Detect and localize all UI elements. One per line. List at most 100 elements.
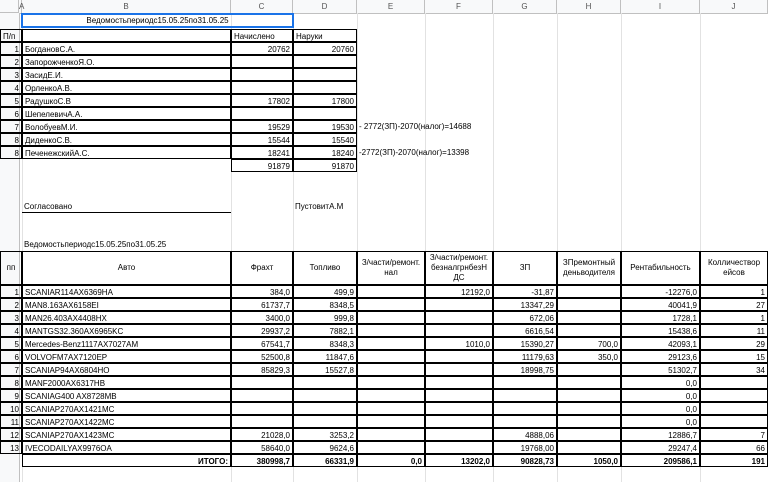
top-row-cash[interactable] <box>293 68 357 81</box>
bottom-row-trips[interactable] <box>700 389 768 402</box>
bottom-row-auto[interactable]: SCANIAP270AX1422MC <box>22 415 231 428</box>
top-row-number[interactable]: 2 <box>0 55 22 68</box>
top-title-cell[interactable]: Ведомостьпериодс15.05.25по31.05.25 <box>21 13 294 28</box>
top-row-number[interactable]: 5 <box>0 94 22 107</box>
bottom-row-sal[interactable]: 672,06 <box>493 311 557 324</box>
top-row-name[interactable]: ШепелевичА.А. <box>22 107 231 120</box>
top-row-cash[interactable]: 18240 <box>293 146 357 159</box>
bottom-row-n[interactable]: 4 <box>0 324 22 337</box>
bottom-header-auto[interactable]: Авто <box>22 251 231 285</box>
bottom-row-pc[interactable] <box>357 415 425 428</box>
column-header-i[interactable]: I <box>621 0 700 13</box>
signer-label[interactable]: ПустовитА.М <box>293 200 357 213</box>
top-row-cash[interactable]: 15540 <box>293 133 357 146</box>
bottom-header-freight[interactable]: Фрахт <box>231 251 293 285</box>
top-row-name[interactable]: ОрленкоА.В. <box>22 81 231 94</box>
top-header-pn[interactable]: П/п <box>0 29 22 42</box>
top-row-accrued[interactable]: 17802 <box>231 94 293 107</box>
top-row-accrued[interactable]: 18241 <box>231 146 293 159</box>
bottom-header-driver-repair[interactable]: ЗПремонтный деньводителя <box>557 251 621 285</box>
top-header-accrued[interactable]: Начислено <box>231 29 293 42</box>
top-row-name[interactable]: БогдановС.А. <box>22 42 231 55</box>
bottom-row-freight[interactable] <box>231 402 293 415</box>
bottom-row-pn[interactable] <box>425 402 493 415</box>
bottom-row-pn[interactable] <box>425 311 493 324</box>
bottom-header-fuel[interactable]: Топливо <box>293 251 357 285</box>
column-header-f[interactable]: F <box>425 0 493 13</box>
top-row-number[interactable]: 8 <box>0 146 22 159</box>
bottom-row-dr[interactable] <box>557 402 621 415</box>
bottom-header-pp[interactable]: пп <box>0 251 22 285</box>
top-row-name[interactable]: ЗапорожченкоЯ.О. <box>22 55 231 68</box>
bottom-row-pn[interactable] <box>425 415 493 428</box>
top-row-accrued[interactable]: 20762 <box>231 42 293 55</box>
bottom-row-sal[interactable] <box>493 415 557 428</box>
bottom-total-dr[interactable]: 1050,0 <box>557 454 621 467</box>
bottom-row-sal[interactable]: 11179,63 <box>493 350 557 363</box>
bottom-row-n[interactable]: 9 <box>0 389 22 402</box>
bottom-row-pn[interactable] <box>425 324 493 337</box>
bottom-row-pn[interactable] <box>425 298 493 311</box>
bottom-total-label[interactable]: ИТОГО: <box>22 454 231 467</box>
bottom-row-pc[interactable] <box>357 389 425 402</box>
bottom-row-auto[interactable]: SCANIAP270AX1421MC <box>22 402 231 415</box>
bottom-row-profit[interactable]: 0,0 <box>621 415 700 428</box>
bottom-row-auto[interactable]: VOLVOFM7AX7120EP <box>22 350 231 363</box>
bottom-row-sal[interactable] <box>493 389 557 402</box>
top-row-number[interactable]: 1 <box>0 42 22 55</box>
bottom-row-pn[interactable] <box>425 441 493 454</box>
column-header-e[interactable]: E <box>357 0 425 13</box>
bottom-row-fuel[interactable]: 8348,5 <box>293 298 357 311</box>
bottom-row-sal[interactable]: -31,87 <box>493 285 557 298</box>
bottom-total-profit[interactable]: 209586,1 <box>621 454 700 467</box>
bottom-row-freight[interactable] <box>231 376 293 389</box>
bottom-row-sal[interactable] <box>493 402 557 415</box>
bottom-row-profit[interactable]: 0,0 <box>621 402 700 415</box>
bottom-total-freight[interactable]: 380998,7 <box>231 454 293 467</box>
bottom-row-pn[interactable]: 1010,0 <box>425 337 493 350</box>
bottom-row-sal[interactable]: 18998,75 <box>493 363 557 376</box>
column-header-h[interactable]: H <box>557 0 621 13</box>
bottom-row-n[interactable]: 2 <box>0 298 22 311</box>
bottom-row-pc[interactable] <box>357 350 425 363</box>
agreed-label[interactable]: Согласовано <box>22 200 231 213</box>
top-row-cash[interactable]: 20760 <box>293 42 357 55</box>
bottom-row-auto[interactable]: Mercedes-Benz1117AX7027AM <box>22 337 231 350</box>
bottom-row-n[interactable]: 13 <box>0 441 22 454</box>
bottom-row-sal[interactable]: 19768,00 <box>493 441 557 454</box>
bottom-row-profit[interactable]: 42093,1 <box>621 337 700 350</box>
bottom-header-trips[interactable]: Колличествор ейсов <box>700 251 768 285</box>
top-row-number[interactable]: 4 <box>0 81 22 94</box>
bottom-row-auto[interactable]: MANTGS32.360AX6965KC <box>22 324 231 337</box>
bottom-row-freight[interactable]: 58640,0 <box>231 441 293 454</box>
bottom-row-pn[interactable] <box>425 363 493 376</box>
top-header-name[interactable] <box>22 29 231 42</box>
bottom-row-trips[interactable]: 34 <box>700 363 768 376</box>
bottom-row-fuel[interactable] <box>293 415 357 428</box>
top-row-accrued[interactable] <box>231 68 293 81</box>
top-header-cash[interactable]: Наруки <box>293 29 357 42</box>
bottom-row-dr[interactable] <box>557 298 621 311</box>
bottom-row-freight[interactable]: 3400,0 <box>231 311 293 324</box>
bottom-row-pc[interactable] <box>357 337 425 350</box>
bottom-row-n[interactable]: 5 <box>0 337 22 350</box>
top-row-name[interactable]: ПеченежскийА.С. <box>22 146 231 159</box>
bottom-row-dr[interactable]: 350,0 <box>557 350 621 363</box>
bottom-row-auto[interactable]: SCANIAR114AX6369HA <box>22 285 231 298</box>
bottom-row-fuel[interactable]: 9624,6 <box>293 441 357 454</box>
top-row-number[interactable]: 3 <box>0 68 22 81</box>
bottom-row-n[interactable]: 11 <box>0 415 22 428</box>
bottom-row-n[interactable]: 12 <box>0 428 22 441</box>
bottom-header-parts-cash[interactable]: З/части/ремонт. нал <box>357 251 425 285</box>
bottom-title-cell[interactable]: Ведомостьпериодс15.05.25по31.05.25 <box>22 238 293 251</box>
bottom-row-fuel[interactable] <box>293 389 357 402</box>
bottom-total-trips[interactable]: 191 <box>700 454 768 467</box>
bottom-row-n[interactable]: 7 <box>0 363 22 376</box>
bottom-row-trips[interactable] <box>700 402 768 415</box>
bottom-row-auto[interactable]: MANF2000AX6317HB <box>22 376 231 389</box>
bottom-row-profit[interactable]: 29123,6 <box>621 350 700 363</box>
bottom-row-fuel[interactable]: 499,9 <box>293 285 357 298</box>
bottom-row-dr[interactable] <box>557 389 621 402</box>
bottom-total-pc[interactable]: 0,0 <box>357 454 425 467</box>
bottom-row-pc[interactable] <box>357 402 425 415</box>
